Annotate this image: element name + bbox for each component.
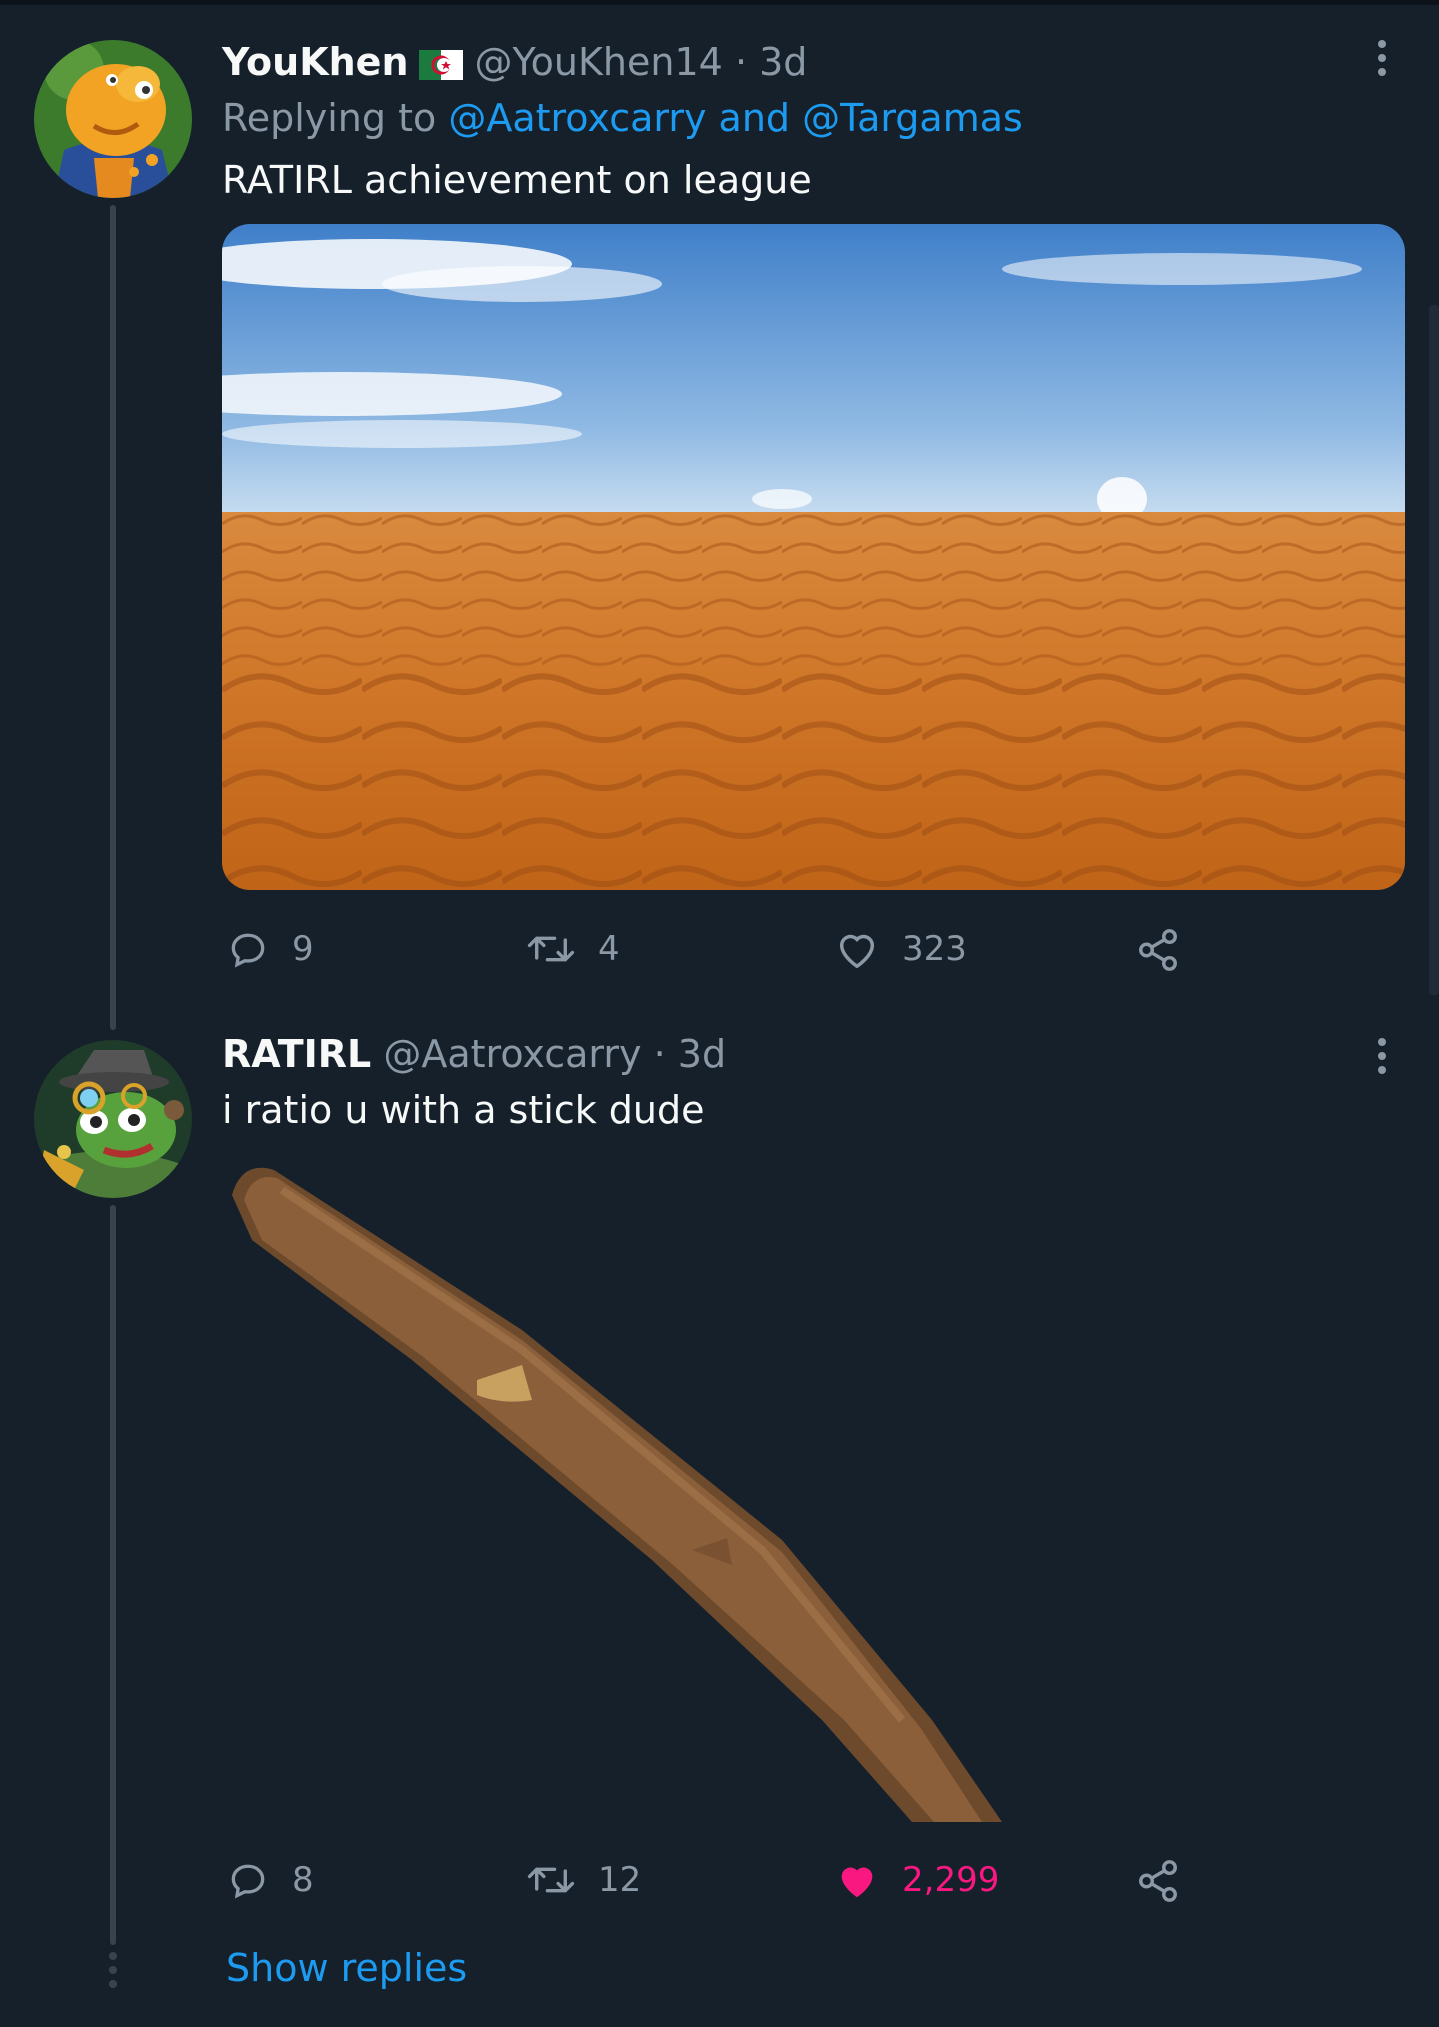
show-replies-link[interactable]: Show replies — [226, 1946, 467, 1990]
more-options-icon[interactable] — [1372, 1038, 1392, 1080]
algeria-flag-icon — [418, 45, 463, 89]
like-count: 323 — [902, 929, 967, 969]
retweet-button[interactable]: 12 — [526, 1858, 641, 1902]
thread-line — [110, 205, 116, 1030]
tweet-header: RATIRL @Aatroxcarry · 3d — [222, 1032, 726, 1076]
replying-prefix: Replying to — [222, 96, 437, 140]
like-count: 2,299 — [902, 1860, 1000, 1900]
avatar[interactable] — [34, 1040, 192, 1198]
thread-line — [110, 1205, 116, 1945]
reply-count: 8 — [292, 1860, 314, 1900]
user-handle[interactable]: @YouKhen14 — [475, 40, 723, 84]
reply-icon — [231, 933, 265, 968]
more-options-icon[interactable] — [1372, 40, 1392, 82]
heart-filled-icon — [841, 1867, 873, 1898]
share-icon — [1139, 929, 1177, 971]
tweet-text: RATIRL achievement on league — [222, 158, 812, 202]
avatar-image — [34, 1040, 192, 1198]
display-name[interactable]: YouKhen — [222, 40, 409, 84]
share-button[interactable] — [1135, 1858, 1181, 1904]
tweet-header: YouKhen @YouKhen14 · 3d — [222, 40, 807, 89]
stick-photo-icon — [222, 1160, 1405, 1822]
avatar[interactable] — [34, 40, 192, 198]
reply-button[interactable]: 8 — [226, 1858, 314, 1902]
user-handle[interactable]: @Aatroxcarry — [383, 1032, 641, 1076]
heart-icon — [839, 934, 875, 969]
retweet-icon — [527, 936, 575, 962]
display-name[interactable]: RATIRL — [222, 1032, 371, 1076]
mention-link[interactable]: @Aatroxcarry — [448, 96, 706, 140]
thread-dots — [108, 1952, 118, 1994]
like-button[interactable]: 323 — [834, 927, 967, 971]
avatar-image — [34, 40, 192, 198]
scrollbar[interactable] — [1429, 305, 1439, 995]
separator: · — [734, 40, 748, 84]
retweet-count: 12 — [598, 1860, 642, 1900]
separator: · — [653, 1032, 666, 1076]
desert-photo-icon — [222, 224, 1405, 890]
timestamp[interactable]: 3d — [678, 1032, 726, 1076]
reply-button[interactable]: 9 — [226, 927, 314, 971]
share-button[interactable] — [1135, 927, 1181, 973]
like-button[interactable]: 2,299 — [834, 1858, 999, 1902]
reply-icon — [231, 1864, 265, 1899]
retweet-count: 4 — [598, 929, 620, 969]
retweet-button[interactable]: 4 — [526, 927, 620, 971]
timestamp[interactable]: 3d — [759, 40, 807, 84]
reply-count: 9 — [292, 929, 314, 969]
top-divider — [0, 0, 1439, 5]
share-icon — [1139, 1860, 1177, 1902]
mention-link[interactable]: @Targamas — [802, 96, 1023, 140]
tweet-media[interactable] — [222, 1160, 1405, 1822]
replying-to: Replying to @Aatroxcarry and @Targamas — [222, 96, 1023, 140]
retweet-icon — [527, 1867, 575, 1893]
tweet-media[interactable] — [222, 224, 1405, 890]
mention-conjunction: and — [718, 96, 791, 140]
tweet-text: i ratio u with a stick dude — [222, 1088, 705, 1132]
